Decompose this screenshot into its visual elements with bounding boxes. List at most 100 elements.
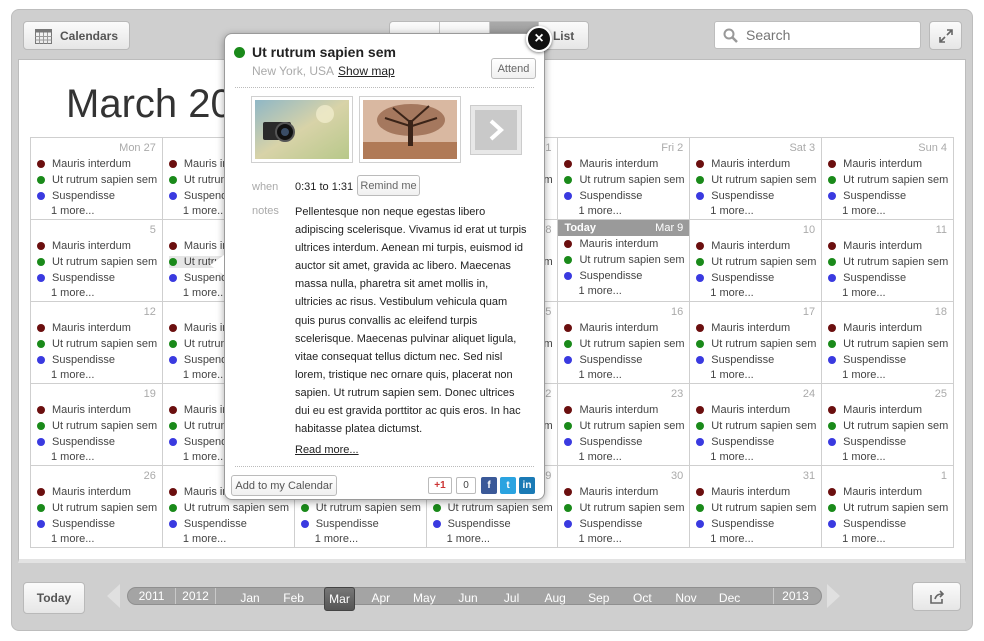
day-cell[interactable]: 11 Mauris interdum Ut rutrum sapien sem Sus… — [822, 220, 955, 302]
more-events-link[interactable]: 1 more... — [51, 287, 94, 299]
event-item[interactable]: Suspendisse — [696, 354, 774, 366]
more-events-link[interactable]: 1 more... — [710, 205, 753, 217]
event-item[interactable]: Suspendisse — [828, 190, 906, 202]
event-item[interactable]: Mauris interdum — [696, 240, 790, 252]
event-item[interactable]: Suspendisse — [37, 190, 115, 202]
event-item[interactable]: Suspendisse — [564, 190, 642, 202]
more-events-link[interactable]: 1 more... — [578, 369, 621, 381]
day-cell[interactable]: 12 Mauris interdum Ut rutrum sapien sem Sus… — [31, 302, 163, 384]
day-cell[interactable]: Sat 3 Mauris interdum Ut rutrum sapien sem… — [690, 138, 823, 220]
more-events-link[interactable]: 1 more... — [183, 533, 226, 545]
event-item[interactable]: Ut rutrum sapien sem — [696, 502, 816, 514]
event-photo-tree[interactable] — [359, 96, 461, 163]
more-events-link[interactable]: 1 more... — [51, 369, 94, 381]
event-item[interactable]: Mauris interdum — [696, 404, 790, 416]
day-cell[interactable]: 17 Mauris interdum Ut rutrum sapien sem Sus… — [690, 302, 823, 384]
timeline-year[interactable]: 2013 — [773, 588, 817, 604]
event-item[interactable]: Ut rutrum sapien sem — [564, 502, 685, 514]
event-item[interactable]: Suspendisse — [168, 518, 247, 530]
event-item[interactable]: Mauris interdum — [564, 486, 658, 498]
event-item[interactable]: Mauris interdum — [564, 238, 658, 250]
event-item[interactable]: Suspendisse — [564, 518, 642, 530]
timeline-month[interactable]: Aug — [537, 591, 573, 605]
event-item[interactable]: Ut rutrum sapien sem — [828, 502, 948, 514]
timeline-month[interactable]: Feb — [276, 591, 312, 605]
event-item[interactable]: Ut rutrum sapien sem — [168, 502, 289, 514]
more-events-link[interactable]: 1 more... — [183, 369, 226, 381]
event-item[interactable]: Mauris interdum — [37, 404, 131, 416]
remind-me-button[interactable]: Remind me — [357, 175, 420, 196]
day-cell[interactable]: Today Mar 9 Mauris interdum Ut rutrum sapie… — [558, 220, 691, 302]
timeline-month[interactable]: May — [406, 591, 442, 605]
event-item[interactable]: Ut rutrum sapien sem — [564, 254, 685, 266]
event-item[interactable]: Ut rutrum sapien sem — [37, 256, 157, 268]
event-item[interactable]: Ut rutrum sapien sem — [564, 338, 685, 350]
event-item[interactable]: Ut rutrum sapien sem — [300, 502, 421, 514]
day-cell[interactable]: Mon 27 Mauris interdum Ut rutrum sapien se… — [31, 138, 163, 220]
more-events-link[interactable]: 1 more... — [842, 533, 885, 545]
more-events-link[interactable]: 1 more... — [447, 533, 490, 545]
event-item[interactable]: Suspendisse — [696, 272, 774, 284]
calendars-button[interactable]: Calendars — [23, 21, 130, 50]
timeline-month[interactable]: Sep — [581, 591, 617, 605]
more-events-link[interactable]: 1 more... — [710, 451, 753, 463]
more-events-link[interactable]: 1 more... — [183, 451, 226, 463]
timeline-year[interactable]: 2011 — [128, 588, 176, 604]
day-cell[interactable]: Fri 2 Mauris interdum Ut rutrum sapien sem… — [558, 138, 691, 220]
day-cell[interactable]: 23 Mauris interdum Ut rutrum sapien sem Sus… — [558, 384, 691, 466]
day-cell[interactable]: 18 Mauris interdum Ut rutrum sapien sem Sus… — [822, 302, 955, 384]
day-cell[interactable]: 1 Mauris interdum Ut rutrum sapien sem Susp… — [822, 466, 955, 548]
day-cell[interactable]: 10 Mauris interdum Ut rutrum sapien sem Sus… — [690, 220, 823, 302]
event-item[interactable]: Suspendisse — [432, 518, 511, 530]
more-events-link[interactable]: 1 more... — [51, 533, 94, 545]
timeline-month[interactable]: Jul — [494, 591, 530, 605]
event-item[interactable]: Mauris interdum — [828, 486, 922, 498]
event-item[interactable]: Ut rutrum sapien sem — [828, 174, 948, 186]
event-item[interactable]: Ut rutrum sapien sem — [37, 338, 157, 350]
more-events-link[interactable]: 1 more... — [710, 287, 753, 299]
linkedin-share-button[interactable]: in — [519, 477, 535, 494]
timeline-prev-arrow[interactable] — [107, 584, 120, 608]
more-events-link[interactable]: 1 more... — [842, 369, 885, 381]
show-map-link[interactable]: Show map — [338, 64, 395, 78]
timeline-year[interactable]: 2012 — [176, 588, 216, 604]
event-item[interactable]: Suspendisse — [564, 270, 642, 282]
event-item[interactable]: Ut rutrum sapien sem — [432, 502, 553, 514]
event-item[interactable]: Mauris interdum — [37, 322, 131, 334]
more-events-link[interactable]: 1 more... — [578, 533, 621, 545]
more-events-link[interactable]: 1 more... — [578, 205, 621, 217]
event-item[interactable]: Ut rutrum sapien sem — [564, 420, 685, 432]
event-item[interactable]: Suspendisse — [696, 436, 774, 448]
event-item[interactable]: Suspendisse — [37, 518, 115, 530]
day-cell[interactable]: 26 Mauris interdum Ut rutrum sapien sem Sus… — [31, 466, 163, 548]
timeline-month[interactable]: Apr — [363, 591, 399, 605]
event-item[interactable]: Mauris interdum — [564, 322, 658, 334]
event-item[interactable]: Suspendisse — [564, 436, 642, 448]
day-cell[interactable]: 19 Mauris interdum Ut rutrum sapien sem Sus… — [31, 384, 163, 466]
event-item[interactable]: Mauris interdum — [828, 404, 922, 416]
event-item[interactable]: Ut rutrum sapien sem — [37, 174, 157, 186]
twitter-share-button[interactable]: t — [500, 477, 516, 494]
event-item[interactable]: Mauris interdum — [37, 240, 131, 252]
event-item[interactable]: Suspendisse — [828, 518, 906, 530]
event-item[interactable]: Mauris interdum — [696, 158, 790, 170]
more-events-link[interactable]: 1 more... — [710, 533, 753, 545]
timeline-month-active[interactable]: Mar — [324, 587, 355, 611]
event-item[interactable]: Suspendisse — [696, 518, 774, 530]
more-events-link[interactable]: 1 more... — [842, 205, 885, 217]
more-events-link[interactable]: 1 more... — [183, 205, 226, 217]
event-item[interactable]: Mauris interdum — [828, 240, 922, 252]
event-item[interactable]: Ut rutrum sapien sem — [37, 502, 157, 514]
day-cell[interactable]: 5 Mauris interdum Ut rutrum sapien sem Susp… — [31, 220, 163, 302]
event-item[interactable]: Mauris interdum — [696, 486, 790, 498]
more-events-link[interactable]: 1 more... — [842, 287, 885, 299]
event-item[interactable]: Suspendisse — [828, 272, 906, 284]
event-item[interactable]: Suspendisse — [300, 518, 379, 530]
more-events-link[interactable]: 1 more... — [51, 205, 94, 217]
event-item[interactable]: Ut rutrum sapien sem — [828, 338, 948, 350]
read-more-link[interactable]: Read more... — [295, 444, 359, 456]
event-item[interactable]: Ut rutrum sapien sem — [696, 174, 816, 186]
event-item[interactable]: Ut rutrum sapien sem — [696, 338, 816, 350]
search-input[interactable] — [746, 27, 906, 43]
timeline-next-arrow[interactable] — [827, 584, 840, 608]
